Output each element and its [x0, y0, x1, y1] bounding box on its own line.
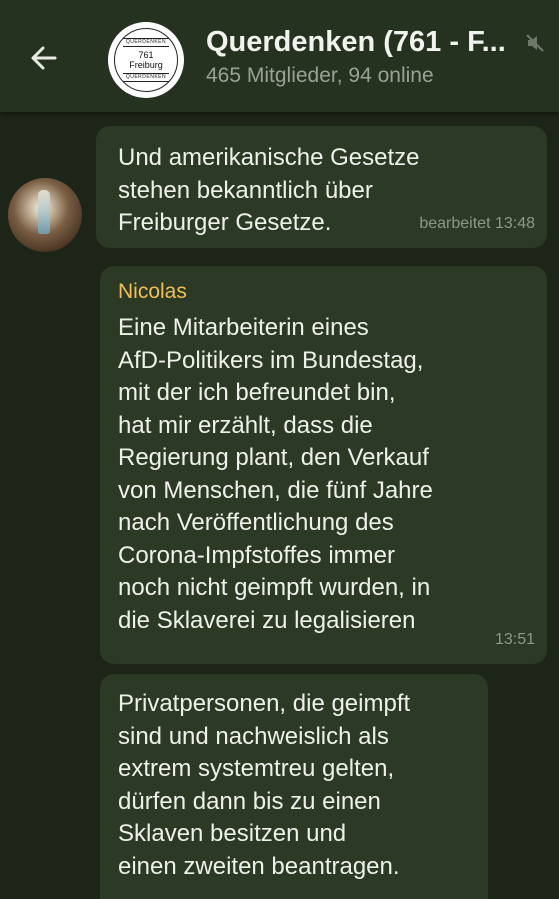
muted-speaker-icon	[526, 34, 544, 52]
chat-header: QUERDENKEN 761 Freiburg QUERDENKEN Querd…	[0, 0, 559, 112]
chat-screen: QUERDENKEN 761 Freiburg QUERDENKEN Querd…	[0, 0, 559, 899]
message-text: Privatpersonen, die geimpft sind und nac…	[118, 690, 411, 880]
back-button[interactable]	[22, 36, 66, 80]
message-bubble[interactable]: Nicolas Eine Mitarbeiterin eines AfD-Pol…	[100, 266, 547, 664]
message-bubble[interactable]: Privatpersonen, die geimpft sind und nac…	[100, 674, 488, 899]
sender-avatar[interactable]	[8, 178, 82, 252]
message-time: 13:51	[494, 630, 535, 648]
group-avatar[interactable]: QUERDENKEN 761 Freiburg QUERDENKEN	[108, 22, 184, 98]
group-member-status: 465 Mitglieder, 94 online	[206, 64, 434, 87]
sender-name[interactable]: Nicolas	[118, 278, 529, 306]
avatar-image	[38, 190, 50, 234]
message-time: bearbeitet 13:48	[419, 214, 535, 232]
message-bubble[interactable]: Und amerikanische Gesetze stehen bekannt…	[96, 126, 547, 248]
group-title[interactable]: Querdenken (761 - F...	[206, 26, 522, 59]
message-text: Eine Mitarbeiterin eines AfD-Politikers …	[118, 314, 433, 634]
arrow-left-icon	[31, 46, 57, 70]
